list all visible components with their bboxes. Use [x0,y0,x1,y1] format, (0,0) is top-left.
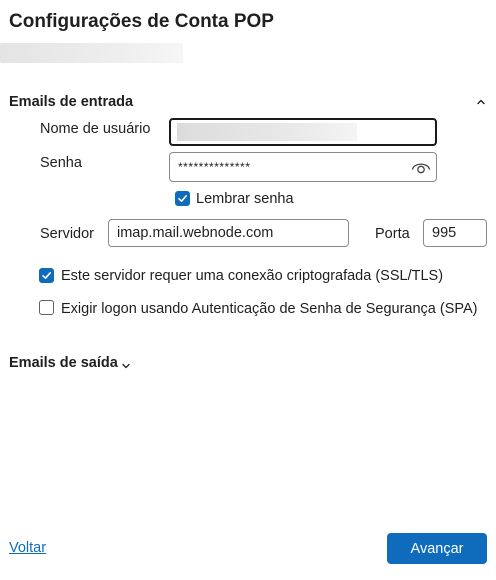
chevron-up-icon[interactable] [475,95,487,107]
next-button[interactable]: Avançar [387,533,487,564]
checkmark-icon [178,195,187,202]
port-input[interactable]: 995 [423,219,487,247]
username-redacted [177,123,357,141]
spa-label[interactable]: Exigir logon usando Autenticação de Senh… [61,299,481,319]
eye-icon[interactable] [411,158,431,176]
checkmark-icon [42,272,51,279]
chevron-down-icon[interactable] [121,358,131,369]
outgoing-section-title[interactable]: Emails de saída [9,355,118,371]
outgoing-section-header[interactable]: Emails de saída [9,355,131,371]
spa-checkbox[interactable] [39,300,54,315]
username-input[interactable] [169,118,437,146]
page-title: Configurações de Conta POP [9,11,274,32]
ssl-label[interactable]: Este servidor requer uma conexão criptog… [61,268,443,284]
back-link[interactable]: Voltar [9,540,46,556]
ssl-checkbox[interactable] [39,268,54,283]
incoming-section-title[interactable]: Emails de entrada [9,94,133,110]
password-input[interactable]: ************** [169,152,437,182]
remember-password-label[interactable]: Lembrar senha [196,191,294,207]
server-label: Servidor [40,226,94,242]
server-input[interactable]: imap.mail.webnode.com [108,219,349,247]
username-label: Nome de usuário [40,121,151,137]
password-label: Senha [40,155,82,171]
account-email-redacted [0,43,183,63]
remember-password-checkbox[interactable] [175,191,190,206]
port-label: Porta [375,226,410,242]
